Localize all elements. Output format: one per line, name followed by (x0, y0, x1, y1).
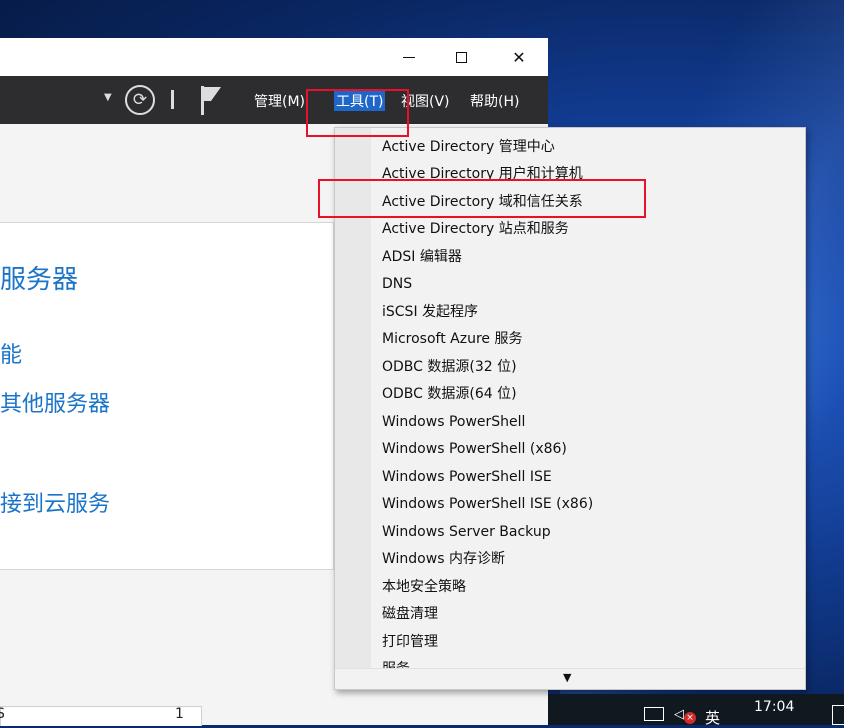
error-badge-icon: × (684, 712, 696, 724)
menu-item-dns[interactable]: DNS (382, 271, 412, 298)
link-add-roles[interactable]: 能 (0, 337, 22, 369)
menu-item-azure[interactable]: Microsoft Azure 服务 (382, 326, 522, 353)
volume-icon[interactable]: ◁ (674, 707, 684, 722)
clock[interactable]: 17:04 (754, 699, 794, 715)
menu-item-powershell-ise-x86[interactable]: Windows PowerShell ISE (x86) (382, 491, 593, 518)
network-icon[interactable] (644, 707, 664, 721)
menu-item-print-management[interactable]: 打印管理 (382, 629, 438, 656)
tile-count: 1 (175, 706, 184, 722)
maximize-button[interactable] (438, 38, 484, 76)
maximize-icon (455, 51, 467, 63)
menu-scroll-down[interactable]: ▼ (335, 668, 805, 689)
dropdown-arrow-icon[interactable]: ▼ (104, 92, 112, 103)
close-icon: ✕ (512, 47, 526, 67)
link-add-servers[interactable]: 其他服务器 (0, 386, 110, 418)
highlight-box-tools (306, 89, 409, 137)
separator (171, 90, 174, 109)
menu-item-ad-sites-services[interactable]: Active Directory 站点和服务 (382, 216, 569, 243)
menu-item-powershell-x86[interactable]: Windows PowerShell (x86) (382, 436, 567, 463)
title-bar: ✕ (0, 38, 548, 76)
menu-item-adsi-edit[interactable]: ADSI 编辑器 (382, 244, 462, 271)
menu-item-odbc64[interactable]: ODBC 数据源(64 位) (382, 381, 517, 408)
tile-label: S (0, 706, 5, 722)
menu-item-odbc32[interactable]: ODBC 数据源(32 位) (382, 354, 517, 381)
menu-item-server-backup[interactable]: Windows Server Backup (382, 519, 551, 546)
menu-item-local-security-policy[interactable]: 本地安全策略 (382, 574, 466, 601)
menu-manage[interactable]: 管理(M) (254, 91, 305, 111)
refresh-icon[interactable]: ⟳ (125, 85, 155, 115)
menu-bar: ▼ ⟳ 管理(M) 工具(T) 视图(V) 帮助(H) (0, 76, 548, 124)
menu-item-powershell-ise[interactable]: Windows PowerShell ISE (382, 464, 552, 491)
minimize-icon (403, 56, 415, 58)
show-desktop-button[interactable] (832, 705, 844, 725)
roles-tile (0, 706, 202, 726)
close-button[interactable]: ✕ (496, 38, 542, 76)
menu-help[interactable]: 帮助(H) (470, 91, 519, 111)
highlight-box-domains-trusts (318, 179, 646, 218)
taskbar: ◁ × 英 17:04 (548, 694, 844, 727)
menu-item-disk-cleanup[interactable]: 磁盘清理 (382, 601, 438, 628)
menu-item-ad-admin-center[interactable]: Active Directory 管理中心 (382, 134, 555, 161)
menu-item-memory-diagnostic[interactable]: Windows 内存诊断 (382, 546, 505, 573)
scroll-down-icon: ▼ (563, 671, 572, 684)
menu-item-powershell[interactable]: Windows PowerShell (382, 409, 525, 436)
link-connect-cloud[interactable]: 接到云服务 (0, 486, 110, 518)
welcome-panel: 服务器 能 其他服务器 接到云服务 (0, 222, 334, 570)
panel-title: 服务器 (0, 265, 79, 295)
minimize-button[interactable] (386, 38, 432, 76)
menu-item-iscsi[interactable]: iSCSI 发起程序 (382, 299, 478, 326)
flag-icon[interactable] (199, 84, 223, 116)
